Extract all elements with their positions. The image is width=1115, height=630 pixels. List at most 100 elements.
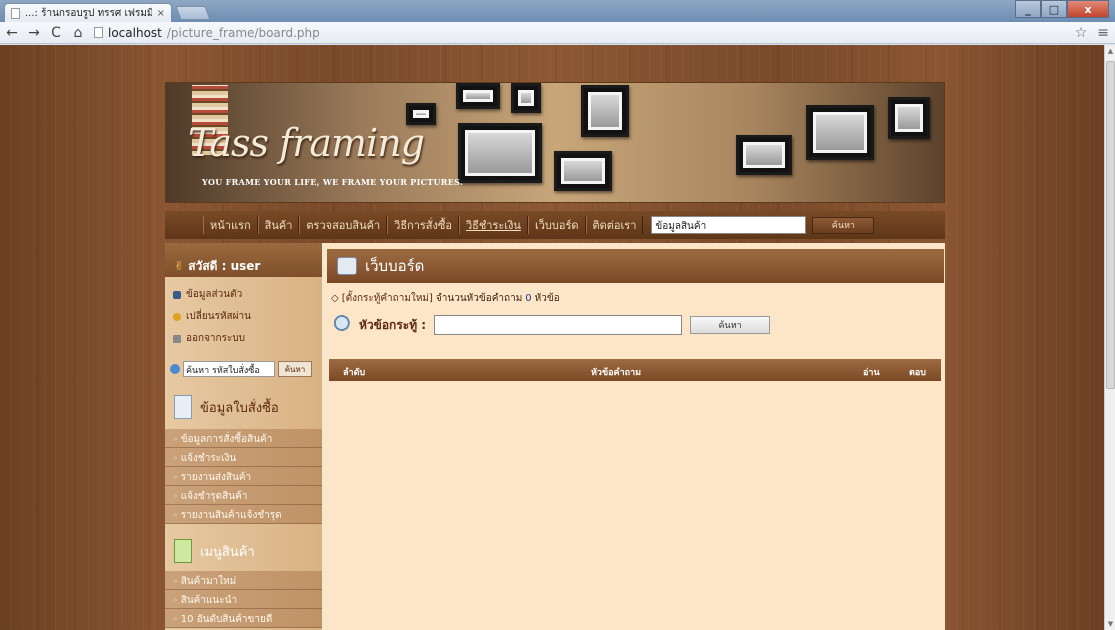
products-section-title: เมนูสินค้า — [200, 544, 255, 560]
browser-tab[interactable]: ...: ร้านกรอบรูป ทรรศ เฟรมมิ่ง × — [4, 3, 172, 22]
diamond-bullet-icon: ◇ — [331, 293, 339, 304]
bullet-icon: ◦ — [173, 492, 178, 501]
close-window-button[interactable]: x — [1067, 0, 1109, 18]
column-replies: ตอบ — [909, 368, 926, 378]
user-icon: ✌ — [174, 259, 185, 273]
lock-icon — [173, 334, 181, 343]
home-button[interactable]: ⌂ — [72, 25, 84, 41]
bullet-icon: ◦ — [173, 615, 178, 624]
topic-count: 0 — [525, 293, 532, 304]
minimize-button[interactable]: _ — [1015, 0, 1041, 18]
tab-close-icon[interactable]: × — [157, 8, 165, 19]
topics-table-header: ลำดับ หัวข้อคำถาม อ่าน ตอบ — [329, 359, 941, 381]
order-info-link[interactable]: ◦ ข้อมูลการสั่งซื้อสินค้า — [173, 432, 272, 447]
delivery-report-link[interactable]: ◦ รายงานส่งสินค้า — [173, 470, 251, 485]
logout-label: ออกจากระบบ — [186, 333, 246, 344]
bullet-icon: ◦ — [173, 511, 178, 520]
nav-item-products[interactable]: สินค้า — [257, 216, 300, 234]
browser-menu-icon[interactable]: ≡ — [1097, 25, 1109, 41]
bullet-icon: ◦ — [173, 435, 178, 444]
bullet-icon: ◦ — [173, 473, 178, 482]
change-password-link[interactable]: เปลี่ยนรหัสผ่าน — [173, 309, 251, 324]
new-products-link[interactable]: ◦ สินค้ามาใหม่ — [173, 574, 236, 589]
document-icon — [174, 395, 192, 419]
new-tab-button[interactable] — [175, 6, 211, 20]
order-info-label: ข้อมูลการสั่งซื้อสินค้า — [180, 434, 273, 445]
top-sellers-label: 10 อันดับสินค้าขายดี — [180, 614, 273, 625]
browser-titlebar: ...: ร้านกรอบรูป ทรรศ เฟรมมิ่ง × _ □ x — [0, 0, 1115, 22]
order-search-input[interactable]: ค้นหา รหัสใบสั่งซื้อ — [183, 361, 275, 377]
payment-notify-label: แจ้งชำระเงิน — [180, 453, 237, 464]
wall-frame — [888, 97, 930, 139]
wall-frame — [581, 85, 629, 137]
scroll-thumb[interactable] — [1106, 61, 1115, 389]
top-sellers-link[interactable]: ◦ 10 อันดับสินค้าขายดี — [173, 612, 272, 627]
wall-frame — [554, 151, 612, 191]
reload-button[interactable]: C — [50, 25, 62, 41]
delivery-report-label: รายงานส่งสินค้า — [180, 472, 252, 483]
scroll-down-icon[interactable]: ▼ — [1105, 618, 1115, 630]
nav-item-payment[interactable]: วิธีชำระเงิน — [458, 216, 528, 234]
address-bar[interactable]: localhost/picture_frame/board.php — [94, 24, 1065, 42]
forward-button[interactable]: → — [28, 25, 40, 41]
chat-icon — [337, 257, 357, 275]
main-nav: หน้าแรก สินค้า ตรวจสอบสินค้า วิธีการสั่ง… — [165, 211, 945, 239]
recommended-products-link[interactable]: ◦ สินค้าแนะนำ — [173, 593, 237, 608]
site-logo: Tass framing — [188, 121, 425, 165]
recommended-products-label: สินค้าแนะนำ — [180, 595, 238, 606]
orders-section-header: ข้อมูลใบสั่งซื้อ — [165, 387, 322, 427]
order-search: ค้นหา รหัสใบสั่งซื้อ ค้นหา — [170, 361, 320, 377]
wall-frame — [806, 105, 874, 160]
page-viewport: Tass framing YOU FRAME YOUR LIFE, WE FRA… — [0, 45, 1104, 630]
topic-search-label: หัวข้อกระทู้ : — [359, 317, 427, 332]
bookmark-star-icon[interactable]: ☆ — [1075, 25, 1088, 41]
nav-item-home[interactable]: หน้าแรก — [203, 216, 258, 234]
page-scrollbar[interactable]: ▲ ▼ — [1104, 45, 1115, 630]
wall-frame — [511, 83, 541, 113]
profile-link[interactable]: ข้อมูลส่วนตัว — [173, 287, 242, 302]
topic-count-suffix: หัวข้อ — [534, 293, 560, 304]
product-search-input[interactable]: ข้อมูลสินค้า — [651, 216, 807, 234]
profile-icon — [173, 290, 181, 299]
nav-item-contact[interactable]: ติดต่อเรา — [585, 216, 644, 234]
logout-link[interactable]: ออกจากระบบ — [173, 331, 245, 346]
webboard-header: เว็บบอร์ด — [327, 249, 944, 283]
payment-notify-link[interactable]: ◦ แจ้งชำระเงิน — [173, 451, 236, 466]
new-topic-link[interactable]: [ตั้งกระทู้คำถามใหม่] — [342, 291, 433, 306]
bullet-icon: ◦ — [173, 596, 178, 605]
product-search-button[interactable]: ค้นหา — [812, 216, 875, 234]
webboard-title: เว็บบอร์ด — [365, 257, 425, 275]
column-reads: อ่าน — [863, 368, 880, 378]
damage-notify-label: แจ้งชำรุดสินค้า — [180, 491, 248, 502]
profile-link-label: ข้อมูลส่วนตัว — [186, 289, 243, 300]
products-section-header: เมนูสินค้า — [165, 531, 322, 571]
webboard-panel: เว็บบอร์ด ◇ [ตั้งกระทู้คำถามใหม่] จำนวนห… — [325, 243, 945, 630]
scroll-up-icon[interactable]: ▲ — [1105, 45, 1115, 57]
orders-section-title: ข้อมูลใบสั่งซื้อ — [200, 400, 279, 416]
product-menu-icon — [174, 539, 192, 563]
back-button[interactable]: ← — [6, 25, 18, 41]
nav-item-how-to-order[interactable]: วิธีการสั่งซื้อ — [387, 216, 459, 234]
topic-search-button[interactable]: ค้นหา — [690, 316, 771, 334]
column-index: ลำดับ — [343, 368, 366, 378]
damage-report-label: รายงานสินค้าแจ้งชำรุด — [180, 510, 282, 521]
greeting-text: สวัสดี : user — [188, 259, 261, 273]
content-area: ✌ สวัสดี : user ข้อมูลส่วนตัว เปลี่ยนรหั… — [165, 243, 945, 630]
topic-count-prefix: จำนวนหัวข้อคำถาม — [435, 293, 523, 304]
bullet-icon: ◦ — [173, 577, 178, 586]
wall-frame — [736, 135, 792, 175]
page-icon — [94, 27, 103, 38]
nav-item-check-products[interactable]: ตรวจสอบสินค้า — [299, 216, 388, 234]
damage-report-link[interactable]: ◦ รายงานสินค้าแจ้งชำรุด — [173, 508, 282, 523]
change-password-label: เปลี่ยนรหัสผ่าน — [186, 311, 251, 322]
order-search-button[interactable]: ค้นหา — [278, 361, 312, 377]
topic-search-input[interactable] — [434, 315, 683, 335]
column-question: หัวข้อคำถาม — [591, 368, 642, 378]
magnifier-icon — [333, 315, 355, 335]
maximize-button[interactable]: □ — [1041, 0, 1067, 18]
nav-item-webboard[interactable]: เว็บบอร์ด — [527, 216, 586, 234]
wall-frame — [456, 83, 500, 109]
wall-frame — [458, 123, 542, 183]
damage-notify-link[interactable]: ◦ แจ้งชำรุดสินค้า — [173, 489, 247, 504]
search-icon — [170, 364, 180, 374]
